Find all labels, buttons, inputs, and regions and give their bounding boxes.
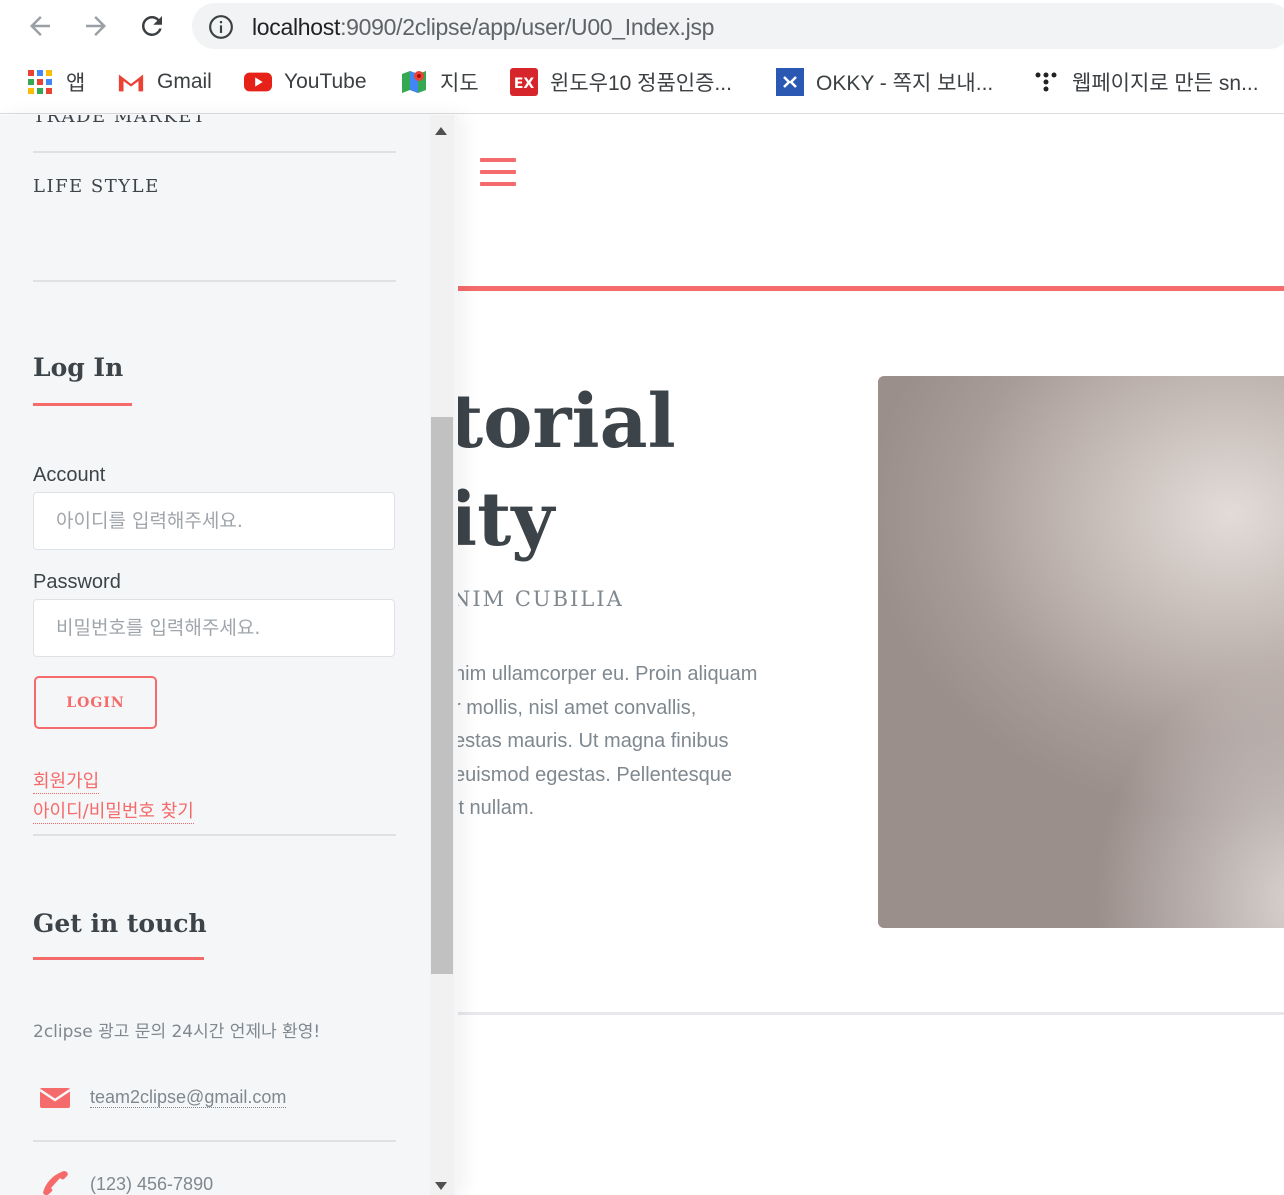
ex-icon: EX <box>510 68 538 96</box>
hero-image <box>878 376 1284 928</box>
sidebar-divider <box>33 834 396 836</box>
sidebar: TRADE MARKET LIFE STYLE Log In Account P… <box>0 115 458 1195</box>
bookmark-okky[interactable]: OKKY - 쪽지 보내... <box>776 66 993 98</box>
hero-title-line: torial <box>449 379 676 465</box>
back-arrow-icon <box>30 16 50 36</box>
bookmark-maps[interactable]: 지도 <box>400 66 479 98</box>
svg-text:EX: EX <box>514 76 535 92</box>
bookmark-windows-activation[interactable]: EX 윈도우10 정품인증... <box>510 66 732 98</box>
bookmark-label: 지도 <box>440 72 479 95</box>
scroll-down-arrow-icon[interactable] <box>435 1182 447 1190</box>
hero-body-line: estas mauris. Ut magna finibus <box>454 730 729 752</box>
bookmark-label: YouTube <box>284 70 367 93</box>
scroll-up-arrow-icon[interactable] <box>435 127 447 135</box>
bookmark-label: 앱 <box>66 72 86 95</box>
youtube-icon <box>244 68 272 96</box>
contact-description: 2clipse 광고 문의 24시간 언제나 환영! <box>33 1022 321 1042</box>
sidebar-divider <box>33 1140 396 1142</box>
header-divider <box>440 286 1284 291</box>
url-host: localhost <box>252 14 341 40</box>
hero-title-line: ity <box>449 477 555 563</box>
info-icon[interactable] <box>208 14 234 40</box>
bookmark-gmail[interactable]: Gmail <box>117 66 212 98</box>
apps-grid-icon <box>26 68 54 96</box>
back-button[interactable] <box>22 8 58 44</box>
gmail-icon <box>117 68 145 96</box>
bookmarks-bar: 앱 Gmail YouTube 지도 EX 윈도우10 정품인증... OKKY… <box>0 52 1284 114</box>
forward-arrow-icon <box>86 16 106 36</box>
envelope-icon <box>40 1088 70 1108</box>
sidebar-item-life-style[interactable]: LIFE STYLE <box>33 176 160 197</box>
find-account-link[interactable]: 아이디/비밀번호 찾기 <box>33 801 194 824</box>
hero-body: nim ullamcorper eu. Proin aliquam r moll… <box>454 658 854 826</box>
url-path: :9090/2clipse/app/user/U00_Index.jsp <box>340 14 715 40</box>
address-bar[interactable]: localhost:9090/2clipse/app/user/U00_Inde… <box>192 3 1284 49</box>
signup-link[interactable]: 회원가입 <box>33 771 100 794</box>
hero-subtitle: NIM CUBILIA <box>452 587 624 611</box>
bookmark-apps[interactable]: 앱 <box>26 66 85 98</box>
url-text[interactable]: localhost:9090/2clipse/app/user/U00_Inde… <box>252 14 714 41</box>
hero-body-line: r mollis, nisl amet convallis, <box>454 696 697 719</box>
email-link[interactable]: team2clipse@gmail.com <box>90 1087 287 1108</box>
sidebar-divider <box>33 151 396 153</box>
bookmark-label: 웹페이지로 만든 sn... <box>1072 72 1259 95</box>
okky-icon <box>776 68 804 96</box>
bookmark-label: Gmail <box>157 70 212 93</box>
contact-email: team2clipse@gmail.com <box>90 1087 287 1108</box>
hero-body-line: nim ullamcorper eu. Proin aliquam <box>454 663 758 685</box>
section-divider <box>440 1012 1284 1015</box>
bookmark-label: OKKY - 쪽지 보내... <box>816 72 994 95</box>
bookmark-label: 윈도우10 정품인증... <box>550 72 732 95</box>
password-label: Password <box>33 571 121 593</box>
bookmark-webpage-sn[interactable]: 웹페이지로 만든 sn... <box>1032 66 1259 98</box>
contact-heading: Get in touch <box>33 909 207 938</box>
contact-heading-underline <box>33 957 204 960</box>
login-button[interactable]: LOGIN <box>34 676 157 729</box>
reload-button[interactable] <box>134 8 170 44</box>
bookmark-youtube[interactable]: YouTube <box>244 66 367 98</box>
forward-button[interactable] <box>78 8 114 44</box>
account-input[interactable] <box>33 492 395 550</box>
sidebar-divider <box>33 280 396 282</box>
hero-body-line: euismod egestas. Pellentesque <box>454 763 732 786</box>
login-heading-underline <box>33 403 132 406</box>
reload-icon <box>141 15 162 36</box>
phone-icon <box>43 1171 68 1195</box>
sidebar-scrollbar-thumb[interactable] <box>431 417 453 974</box>
sidebar-item-trade-market[interactable]: TRADE MARKET <box>33 115 206 127</box>
account-label: Account <box>33 464 106 486</box>
hero-title: torial ity <box>449 373 676 569</box>
password-input[interactable] <box>33 599 395 657</box>
contact-phone: (123) 456-7890 <box>90 1174 214 1194</box>
dots-icon <box>1032 68 1060 96</box>
browser-toolbar: localhost:9090/2clipse/app/user/U00_Inde… <box>0 0 1284 52</box>
maps-icon <box>400 68 428 96</box>
hero-body-line: it nullam. <box>454 797 535 819</box>
login-heading: Log In <box>33 353 124 382</box>
menu-toggle-icon[interactable] <box>480 158 516 188</box>
